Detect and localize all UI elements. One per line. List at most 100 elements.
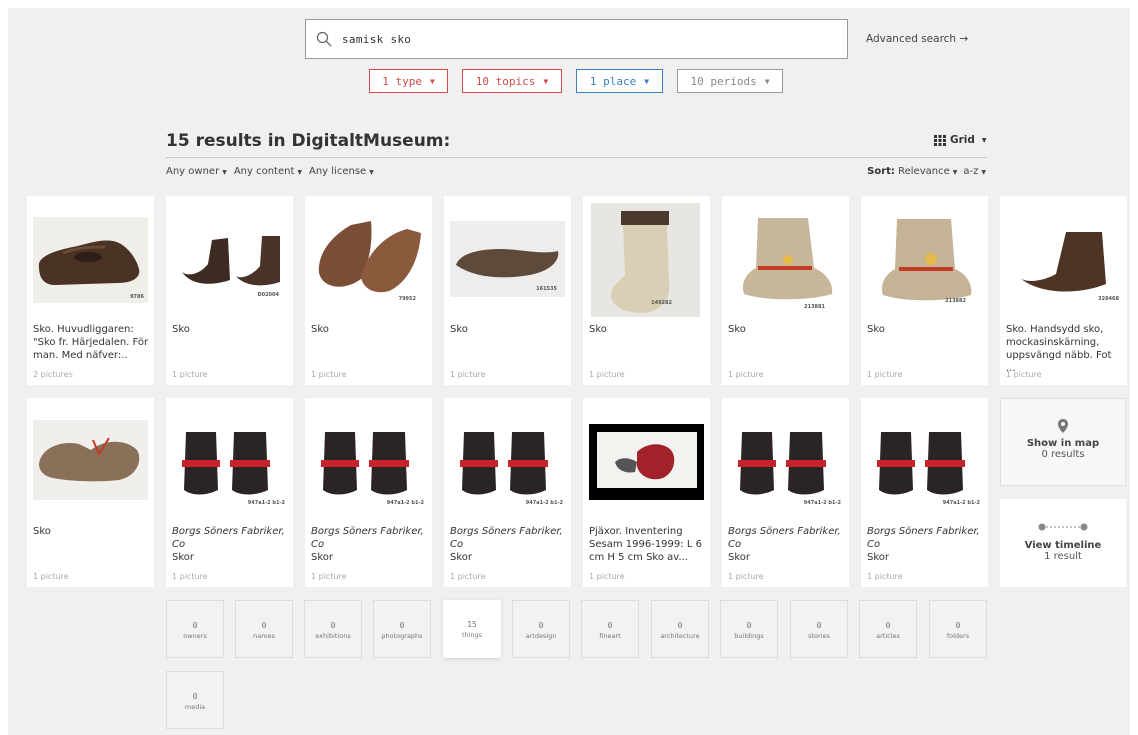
filter-periods[interactable]: 10 periods ▼ — [677, 69, 783, 93]
license-filter[interactable]: Any license ▼ — [309, 166, 374, 177]
filter-topics[interactable]: 10 topics ▼ — [462, 69, 562, 93]
caret-down-icon: ▼ — [543, 76, 549, 86]
caret-down-icon: ▼ — [952, 169, 958, 176]
sort-controls: Sort: Relevance ▼ a-z ▼ — [867, 166, 986, 177]
picture-count: 2 pictures — [33, 370, 73, 379]
catalog-number: 947a1-2 b1-2 — [942, 500, 980, 506]
category-label: articles — [876, 632, 900, 640]
advanced-search-link[interactable]: Advanced search → — [866, 33, 968, 45]
view-timeline[interactable]: View timeline 1 result — [1000, 499, 1126, 587]
picture-count: 1 picture — [589, 572, 625, 581]
result-card[interactable]: 161535 Sko 1 picture — [444, 196, 571, 385]
card-title: Borgs Söners Fabriker, Co Skor — [728, 525, 845, 564]
category-count: 0 — [607, 621, 613, 630]
card-title: Sko — [311, 324, 329, 335]
catalog-number: 213882 — [945, 298, 966, 304]
category-architecture[interactable]: 0 architecture — [651, 600, 709, 658]
category-names[interactable]: 0 names — [235, 600, 293, 658]
map-label: Show in map — [1001, 438, 1125, 449]
content-filter[interactable]: Any content ▼ — [234, 166, 302, 177]
card-image — [1006, 214, 1121, 304]
picture-count: 1 picture — [172, 370, 208, 379]
picture-count: 1 picture — [1006, 370, 1042, 379]
category-label: media — [184, 703, 206, 711]
license-filter-label: Any license — [309, 166, 367, 177]
subfilters: Any owner ▼ Any content ▼ Any license ▼ — [166, 166, 374, 177]
result-card[interactable]: 947a1-2 b1-2 Borgs Söners Fabriker, Co Sk… — [861, 398, 988, 587]
result-card[interactable]: 149282 Sko 1 picture — [583, 196, 710, 385]
result-card[interactable]: 213882 Sko 1 picture — [861, 196, 988, 385]
result-card[interactable]: Pjäxor. Inventering Sesam 1996-1999: L 6… — [583, 398, 710, 587]
result-card[interactable]: 947a1-2 b1-2 Borgs Söners Fabriker, Co Sk… — [444, 398, 571, 587]
category-folders[interactable]: 0 folders — [929, 600, 987, 658]
category-stories[interactable]: 0 stories — [790, 600, 848, 658]
card-title-text: Borgs Söners Fabriker, Co — [311, 526, 424, 550]
category-label: owners — [183, 632, 207, 640]
show-in-map[interactable]: Show in map 0 results — [1000, 398, 1126, 486]
card-image — [311, 213, 426, 305]
filter-periods-label: 10 periods — [690, 74, 757, 88]
category-count: 15 — [467, 620, 477, 629]
picture-count: 1 picture — [450, 370, 486, 379]
caret-down-icon: ▼ — [297, 169, 302, 176]
category-articles[interactable]: 0 articles — [859, 600, 917, 658]
card-title: Sko — [589, 324, 607, 335]
category-label: things — [461, 631, 483, 639]
filter-place[interactable]: 1 place ▼ — [576, 69, 663, 93]
view-toggle[interactable]: Grid ▼ — [934, 134, 987, 146]
catalog-number: 326468 — [1098, 296, 1119, 302]
filter-type[interactable]: 1 type ▼ — [369, 69, 448, 93]
category-fineart[interactable]: 0 fineart — [581, 600, 639, 658]
category-exhibitions[interactable]: 0 exhibitions — [304, 600, 362, 658]
category-count: 0 — [399, 621, 405, 630]
timeline-label: View timeline — [1000, 540, 1126, 551]
card-subtitle: Skor — [867, 552, 890, 563]
catalog-number: 213881 — [804, 304, 825, 310]
search-input[interactable]: samisk sko — [305, 19, 848, 59]
picture-count: 1 picture — [867, 572, 903, 581]
caret-down-icon: ▼ — [644, 76, 650, 86]
search-query: samisk sko — [342, 32, 412, 46]
timeline-count: 1 result — [1044, 551, 1082, 562]
card-title: Borgs Söners Fabriker, Co Skor — [450, 525, 567, 564]
category-artdesign[interactable]: 0 artdesign — [512, 600, 570, 658]
card-title: Sko — [867, 324, 885, 335]
result-card[interactable]: D02004 Sko 1 picture — [166, 196, 293, 385]
result-card[interactable]: 947a1-2 b1-2 Borgs Söners Fabriker, Co Sk… — [722, 398, 849, 587]
caret-down-icon: ▼ — [981, 169, 986, 176]
result-card[interactable]: 79952 Sko 1 picture — [305, 196, 432, 385]
sort-label: Sort: — [867, 166, 895, 177]
card-title-text: Borgs Söners Fabriker, Co — [728, 526, 841, 550]
owner-filter[interactable]: Any owner ▼ — [166, 166, 227, 177]
catalog-number: 149282 — [651, 300, 672, 306]
card-title: Borgs Söners Fabriker, Co Skor — [311, 525, 428, 564]
catalog-number: 947a1-2 b1-2 — [386, 500, 424, 506]
catalog-number: 161535 — [536, 286, 557, 292]
caret-down-icon: ▼ — [222, 169, 227, 176]
category-count: 0 — [192, 621, 198, 630]
category-count: 0 — [261, 621, 267, 630]
card-image — [867, 213, 982, 307]
category-owners[interactable]: 0 owners — [166, 600, 224, 658]
sort-order[interactable]: a-z ▼ — [963, 166, 986, 177]
card-title-text: Borgs Söners Fabriker, Co — [867, 526, 980, 550]
result-card[interactable]: 947a1-2 b1-2 Borgs Söners Fabriker, Co Sk… — [305, 398, 432, 587]
picture-count: 1 picture — [728, 370, 764, 379]
result-card[interactable]: 9786 Sko. Huvudliggaren: "Sko fr. Härjed… — [27, 196, 154, 385]
category-photographs[interactable]: 0 photographs — [373, 600, 431, 658]
result-card[interactable]: 213881 Sko 1 picture — [722, 196, 849, 385]
card-title: Sko — [33, 526, 51, 537]
category-things[interactable]: 15 things — [443, 600, 501, 658]
sort-relevance[interactable]: Sort: Relevance ▼ — [867, 166, 957, 177]
category-media[interactable]: 0 media — [166, 671, 224, 729]
caret-down-icon: ▼ — [764, 76, 770, 86]
card-subtitle: Skor — [728, 552, 751, 563]
result-card[interactable]: 947a1-2 b1-2 Borgs Söners Fabriker, Co Sk… — [166, 398, 293, 587]
result-card[interactable]: Sko 1 picture — [27, 398, 154, 587]
result-card[interactable]: 326468 Sko. Handsydd sko, mockasinskärni… — [1000, 196, 1127, 385]
picture-count: 1 picture — [867, 370, 903, 379]
category-count: 0 — [538, 621, 544, 630]
card-subtitle: Skor — [311, 552, 334, 563]
category-buildings[interactable]: 0 buildings — [720, 600, 778, 658]
picture-count: 1 picture — [172, 572, 208, 581]
